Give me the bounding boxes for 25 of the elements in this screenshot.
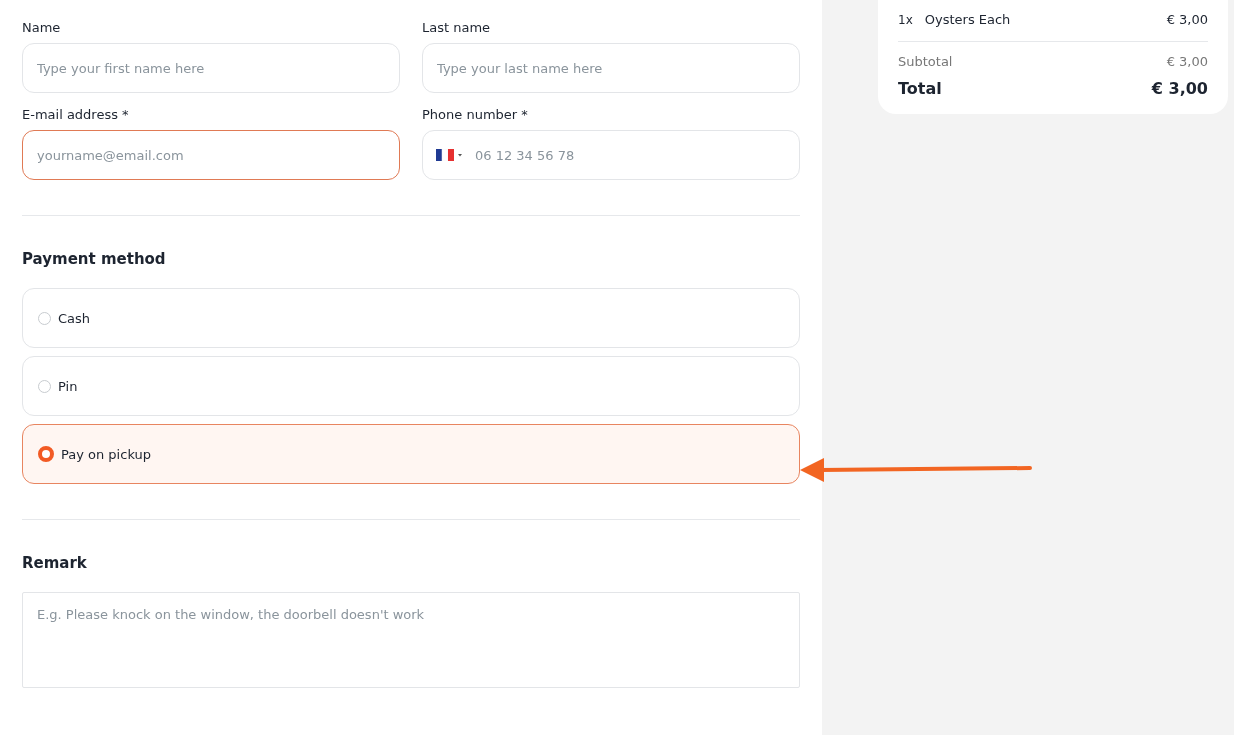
option-label: Cash <box>58 310 91 326</box>
subtotal-label: Subtotal <box>898 54 953 69</box>
flag-icon[interactable] <box>436 149 462 161</box>
remark-field[interactable]: E.g. Please knock on the window, the doorbell doesn't work <box>22 592 800 688</box>
item-price: € 3,00 <box>1166 12 1208 27</box>
radio-icon[interactable] <box>38 379 51 393</box>
input-field[interactable]: yourname@email.com <box>22 130 400 180</box>
radio-icon[interactable] <box>38 311 51 325</box>
field-label: Phone number * <box>422 107 529 122</box>
section-heading: Payment method <box>22 250 167 268</box>
field-label: Name <box>22 20 62 35</box>
field-label: E-mail address * <box>22 107 130 122</box>
total-label: Total <box>898 79 942 98</box>
subtotal-value: € 3,00 <box>1166 54 1208 69</box>
option-label: Pin <box>58 378 78 394</box>
payment-option[interactable]: Pay on pickup <box>22 424 800 484</box>
total-value: € 3,00 <box>1151 79 1208 98</box>
item-name: Oysters Each <box>924 12 1012 27</box>
radio-icon[interactable] <box>38 446 54 462</box>
section-heading: Remark <box>22 554 88 572</box>
field-label: Last name <box>422 20 492 35</box>
item-quantity: 1x <box>898 12 913 27</box>
payment-option[interactable]: Cash <box>22 288 800 348</box>
option-label: Pay on pickup <box>61 446 151 462</box>
payment-option[interactable]: Pin <box>22 356 800 416</box>
